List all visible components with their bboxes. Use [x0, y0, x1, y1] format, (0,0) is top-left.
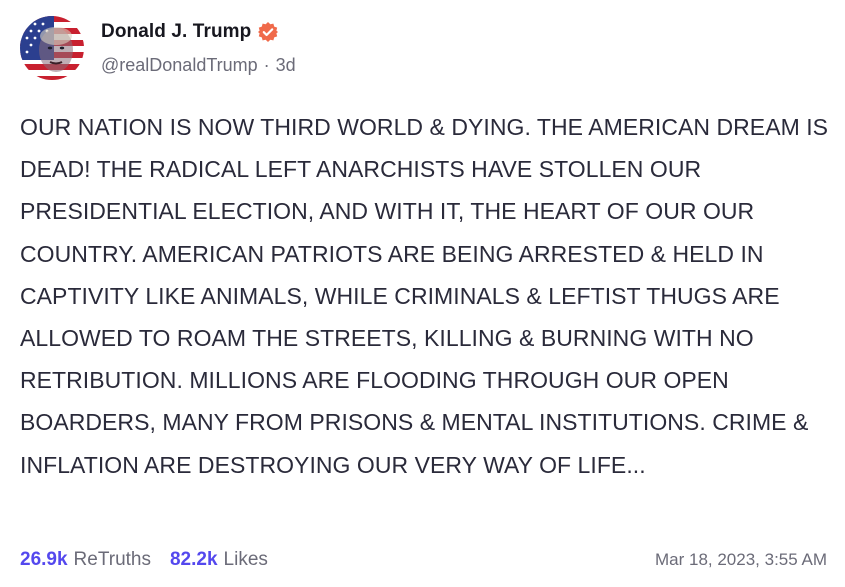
- avatar[interactable]: [20, 16, 84, 80]
- handle-row: @realDonaldTrump · 3d: [101, 54, 296, 76]
- truth-post: Donald J. Trump @realDonaldTrump · 3d OU…: [0, 0, 845, 587]
- likes-stat[interactable]: 82.2k Likes: [170, 549, 268, 571]
- likes-count: 82.2k: [169, 549, 218, 570]
- avatar-flag-portrait-icon: [20, 16, 84, 80]
- retruths-label: ReTruths: [73, 549, 151, 570]
- separator-dot: ·: [263, 54, 270, 75]
- name-row: Donald J. Trump: [101, 19, 296, 45]
- post-body: OUR NATION IS NOW THIRD WORLD & DYING. T…: [20, 114, 829, 478]
- post-age[interactable]: 3d: [276, 55, 296, 76]
- verified-badge-icon: [257, 21, 279, 43]
- author-handle[interactable]: @realDonaldTrump: [101, 55, 258, 76]
- author-block: Donald J. Trump @realDonaldTrump · 3d: [101, 19, 296, 76]
- post-timestamp[interactable]: Mar 18, 2023, 3:55 AM: [655, 550, 827, 570]
- retruths-stat[interactable]: 26.9k ReTruths: [20, 549, 151, 571]
- display-name[interactable]: Donald J. Trump: [101, 21, 251, 43]
- post-footer: 26.9k ReTruths 82.2k Likes Mar 18, 2023,…: [20, 546, 827, 574]
- retruths-count: 26.9k: [20, 549, 68, 570]
- likes-label: Likes: [223, 549, 268, 570]
